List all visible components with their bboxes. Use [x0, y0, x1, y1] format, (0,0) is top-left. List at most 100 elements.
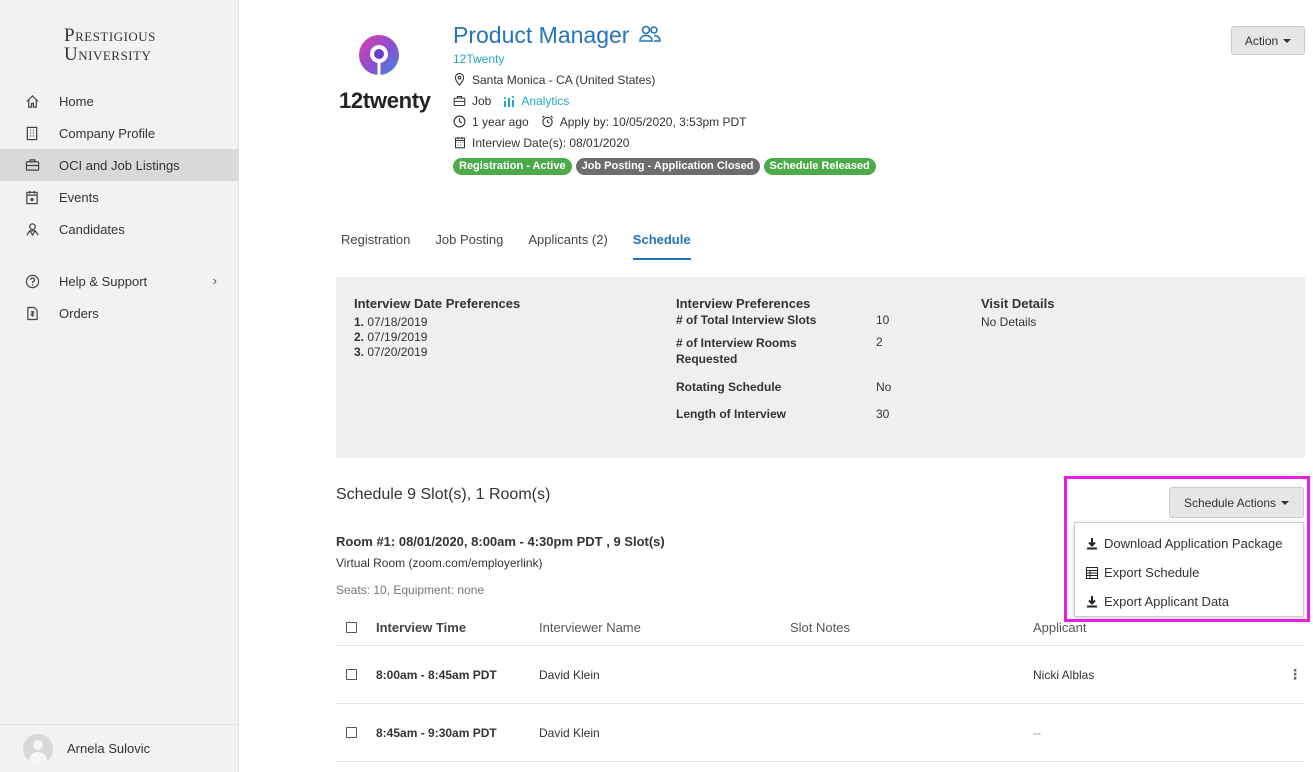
location-pin-icon — [453, 73, 466, 86]
pref-row: Rotating Schedule No — [676, 380, 892, 394]
room-title: Room #1: 08/01/2020, 8:00am - 4:30pm PDT… — [336, 534, 665, 549]
schedule-table: Interview Time Interviewer Name Slot Not… — [336, 610, 1305, 762]
sidebar-item-help-support[interactable]: Help & Support › — [0, 265, 239, 297]
analytics-link[interactable]: Analytics — [503, 94, 569, 108]
sidebar-item-label: Company Profile — [59, 125, 156, 141]
user-profile[interactable]: Arnela Sulovic — [0, 724, 239, 772]
status-badge: Registration - Active — [453, 158, 572, 175]
logo-mark-icon — [359, 35, 399, 75]
briefcase-icon — [453, 94, 466, 107]
main-content: 12twenty Product Manager 12Twenty Santa … — [239, 0, 1313, 772]
sidebar-item-label: Events — [59, 189, 99, 205]
sidebar: Prestigious University Home Company Prof… — [0, 0, 239, 772]
pref-row: Length of Interview 30 — [676, 407, 890, 421]
interview-preferences: Interview Preferences # of Total Intervi… — [676, 296, 891, 429]
analytics-label: Analytics — [521, 93, 570, 108]
home-icon — [24, 93, 40, 109]
company-link[interactable]: 12Twenty — [453, 52, 876, 66]
sidebar-item-company-profile[interactable]: Company Profile — [0, 117, 239, 149]
user-name: Arnela Sulovic — [67, 741, 151, 756]
visit-details-value: No Details — [981, 315, 1037, 329]
column-header-interviewer-name[interactable]: Interviewer Name — [539, 610, 641, 645]
row-interviewer-name: David Klein — [539, 725, 600, 740]
alarm-clock-icon — [541, 115, 554, 128]
sidebar-item-label: Candidates — [59, 221, 125, 237]
sidebar-item-events[interactable]: Events — [0, 181, 239, 213]
schedule-title: Schedule 9 Slot(s), 1 Room(s) — [336, 486, 551, 503]
status-badge: Schedule Released — [763, 158, 876, 175]
pref-row: # of Interview Rooms Requested 2 — [676, 335, 883, 366]
row-interview-time: 8:00am - 8:45am PDT — [376, 667, 497, 682]
tab-bar: Registration Job Posting Applicants (2) … — [341, 232, 716, 260]
column-header-slot-notes[interactable]: Slot Notes — [790, 610, 850, 645]
tab-applicants[interactable]: Applicants (2) — [528, 232, 607, 260]
briefcase-icon — [24, 157, 40, 173]
status-badge: Job Posting - Application Closed — [575, 158, 760, 175]
calendar-icon — [453, 136, 466, 149]
sidebar-item-home[interactable]: Home — [0, 85, 239, 117]
sidebar-item-label: Home — [59, 93, 94, 109]
visit-details: Visit Details No Details — [981, 296, 1054, 329]
table-row: 8:00am - 8:45am PDT David Klein Nicki Al… — [336, 646, 1305, 704]
sidebar-item-label: Help & Support — [59, 273, 148, 289]
row-interviewer-name: David Klein — [539, 667, 600, 682]
sidebar-nav: Home Company Profile OCI and Job Listing… — [0, 85, 239, 329]
university-logo[interactable]: Prestigious University — [64, 26, 156, 64]
row-applicant: -- — [1033, 725, 1041, 740]
job-header: Product Manager 12Twenty Santa Monica - … — [453, 22, 876, 175]
logo-line-1: Prestigious — [64, 25, 156, 46]
highlight-annotation-box — [1064, 476, 1310, 622]
job-title: Product Manager — [453, 22, 630, 48]
team-icon[interactable] — [639, 22, 662, 49]
date-preference-item: 1. 07/18/2019 — [354, 315, 428, 329]
orders-icon — [24, 305, 40, 321]
candidates-icon — [24, 221, 40, 237]
room-seats: Seats: 10, Equipment: none — [336, 583, 485, 597]
sidebar-item-oci-job-listings[interactable]: OCI and Job Listings — [0, 149, 239, 181]
preferences-panel: Interview Date Preferences 1. 07/18/2019… — [336, 277, 1305, 458]
interview-preferences-heading: Interview Preferences — [676, 296, 811, 311]
sidebar-item-orders[interactable]: Orders — [0, 297, 239, 329]
column-header-applicant[interactable]: Applicant — [1033, 610, 1086, 645]
logo-text: 12twenty — [339, 88, 431, 113]
tab-registration[interactable]: Registration — [341, 232, 410, 260]
tab-schedule[interactable]: Schedule — [632, 232, 691, 260]
select-all-checkbox[interactable] — [346, 622, 357, 633]
calendar-star-icon — [24, 189, 40, 205]
tab-job-posting[interactable]: Job Posting — [435, 232, 503, 260]
row-checkbox[interactable] — [346, 669, 357, 680]
action-button[interactable]: Action — [1231, 26, 1305, 55]
action-button-label: Action — [1244, 33, 1279, 48]
caret-down-icon — [1283, 38, 1292, 43]
pref-row: # of Total Interview Slots 10 — [676, 313, 890, 327]
row-interview-time: 8:45am - 9:30am PDT — [376, 725, 497, 740]
date-preference-item: 2. 07/19/2019 — [354, 330, 428, 344]
apply-by: Apply by: 10/05/2020, 3:53pm PDT — [559, 114, 747, 129]
kebab-menu-icon[interactable]: ⋮ — [1288, 646, 1302, 703]
avatar — [23, 733, 53, 764]
building-icon — [24, 125, 40, 141]
table-row: 8:45am - 9:30am PDT David Klein -- — [336, 704, 1305, 762]
sidebar-item-candidates[interactable]: Candidates — [0, 213, 239, 245]
column-header-interview-time[interactable]: Interview Time — [376, 610, 466, 645]
row-checkbox[interactable] — [346, 727, 357, 738]
logo-line-2: University — [64, 44, 152, 65]
date-preference-item: 3. 07/20/2019 — [354, 345, 428, 359]
visit-details-heading: Visit Details — [981, 296, 1055, 311]
row-applicant: Nicki Alblas — [1033, 667, 1095, 682]
date-preferences-heading: Interview Date Preferences — [354, 296, 521, 311]
clock-icon — [453, 115, 466, 128]
room-virtual-link: Virtual Room (zoom.com/employerlink) — [336, 556, 543, 570]
help-icon — [24, 273, 40, 289]
interview-dates: Interview Date(s): 08/01/2020 — [472, 135, 630, 150]
job-type: Job — [472, 93, 492, 108]
posted-time: 1 year ago — [472, 114, 529, 129]
status-badges: Registration - Active Job Posting - Appl… — [453, 158, 876, 175]
date-preferences: Interview Date Preferences 1. 07/18/2019… — [354, 296, 520, 360]
sidebar-item-label: OCI and Job Listings — [59, 157, 180, 173]
table-header-row: Interview Time Interviewer Name Slot Not… — [336, 610, 1305, 646]
sidebar-item-label: Orders — [59, 305, 99, 321]
analytics-icon — [503, 95, 517, 107]
job-location: Santa Monica - CA (United States) — [472, 72, 656, 87]
chevron-right-icon: › — [212, 273, 217, 288]
